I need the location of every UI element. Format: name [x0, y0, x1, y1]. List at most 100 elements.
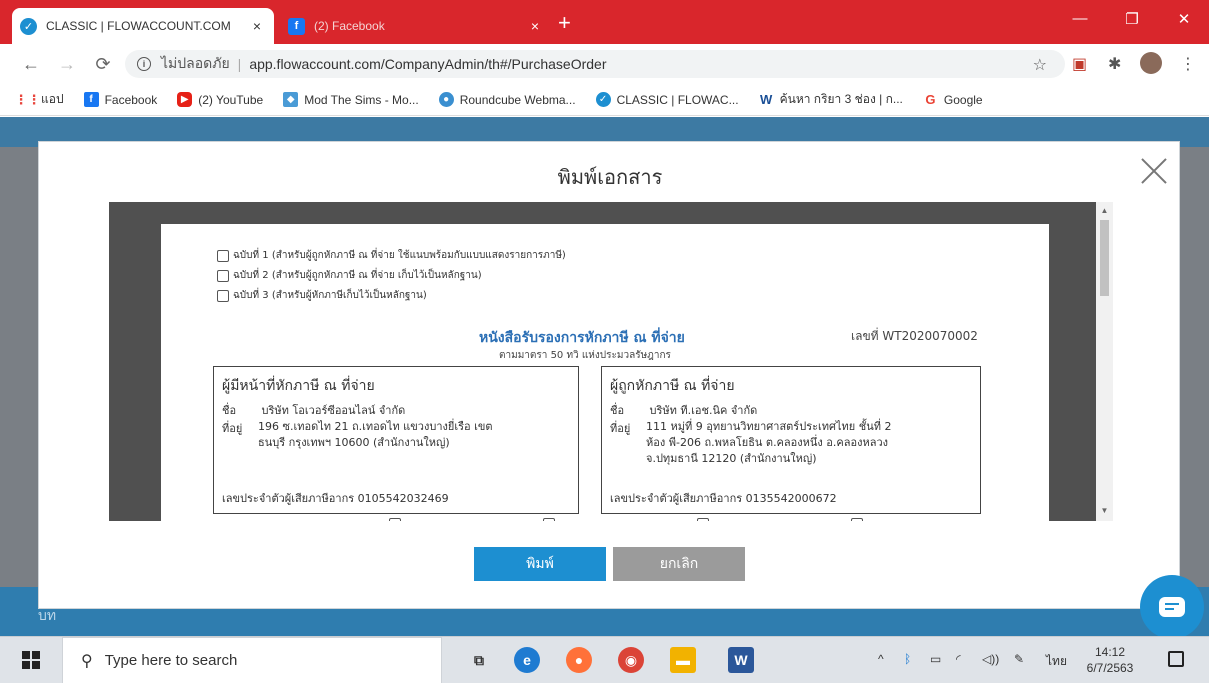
scroll-up-arrow-icon[interactable]: ▲	[1096, 206, 1113, 215]
wifi-icon[interactable]: ◜	[956, 652, 961, 666]
search-icon: ⚲	[81, 652, 93, 670]
name-label: ชื่อ	[222, 404, 237, 417]
form-checkbox[interactable]	[389, 518, 401, 521]
cancel-button[interactable]: ยกเลิก	[613, 547, 745, 581]
sims-icon: ◆	[283, 92, 299, 107]
copy-option-label: ฉบับที่ 3 (สำหรับผู้หักภาษีเก็บไว้เป็นหล…	[233, 290, 427, 301]
language-indicator[interactable]: ไทย	[1046, 652, 1067, 671]
tab-close-button[interactable]: ×	[524, 18, 546, 34]
back-button[interactable]: ←	[20, 54, 42, 75]
document-title: หนังสือรับรองการหักภาษี ณ ที่จ่าย	[479, 330, 685, 346]
payer-box: ผู้มีหน้าที่หักภาษี ณ ที่จ่าย ชื่อ บริษั…	[213, 366, 579, 514]
word-icon[interactable]: W	[728, 647, 754, 673]
payee-tax-id: เลขประจำตัวผู้เสียภาษีอากร 0135542000672	[610, 492, 837, 505]
copy-option-1[interactable]: ฉบับที่ 1 (สำหรับผู้ถูกหักภาษี ณ ที่จ่าย…	[217, 248, 566, 263]
task-view-icon[interactable]: ⧉	[466, 647, 492, 673]
bluetooth-icon[interactable]: ᛒ	[904, 652, 911, 666]
forward-button[interactable]: →	[56, 54, 78, 75]
edge-icon[interactable]: e	[514, 647, 540, 673]
form-checkbox[interactable]	[543, 518, 555, 521]
scroll-down-arrow-icon[interactable]: ▼	[1096, 506, 1113, 515]
battery-icon[interactable]: ▭	[930, 652, 941, 666]
bookmark-label: (2) YouTube	[198, 92, 264, 107]
volume-icon[interactable]: ◁))	[982, 652, 999, 666]
preview-scrollbar[interactable]: ▲ ▼	[1096, 202, 1113, 521]
windows-start-icon[interactable]	[22, 651, 40, 669]
flowaccount-icon: ✓	[20, 17, 37, 35]
file-explorer-icon[interactable]: ▬	[670, 647, 696, 673]
form-checkbox[interactable]	[851, 518, 863, 521]
payer-address-line-2: ธนบุรี กรุงเทพฯ 10600 (สำนักงานใหญ่)	[258, 436, 450, 449]
notification-center-icon[interactable]	[1168, 651, 1184, 667]
copy-option-3[interactable]: ฉบับที่ 3 (สำหรับผู้หักภาษีเก็บไว้เป็นหล…	[217, 288, 427, 303]
print-button[interactable]: พิมพ์	[474, 547, 606, 581]
copy-option-2[interactable]: ฉบับที่ 2 (สำหรับผู้ถูกหักภาษี ณ ที่จ่าย…	[217, 268, 482, 283]
system-clock[interactable]: 14:12 6/7/2563	[1080, 644, 1140, 676]
bookmarks-bar: ⋮⋮ แอป f Facebook ▶ (2) YouTube ◆ Mod Th…	[0, 84, 1209, 116]
maximize-button[interactable]: ❐	[1112, 10, 1152, 28]
address-bar[interactable]: i ไม่ปลอดภัย | app.flowaccount.com/Compa…	[125, 50, 1065, 78]
document-preview[interactable]: ฉบับที่ 1 (สำหรับผู้ถูกหักภาษี ณ ที่จ่าย…	[109, 202, 1113, 521]
search-placeholder: Type here to search	[104, 652, 238, 669]
bookmark-flowaccount[interactable]: ✓ CLASSIC | FLOWAC...	[595, 92, 739, 107]
bookmark-roundcube[interactable]: ● Roundcube Webma...	[438, 92, 576, 107]
document-subtitle: ตามมาตรา 50 ทวิ แห่งประมวลรัษฎากร	[499, 350, 671, 361]
clock-date: 6/7/2563	[1086, 661, 1134, 675]
pocket-extension-icon[interactable]: ▣	[1072, 54, 1087, 74]
profile-avatar[interactable]	[1140, 52, 1162, 74]
bookmark-star-icon[interactable]: ☆	[1033, 55, 1047, 75]
bookmark-label: Google	[943, 92, 983, 107]
payer-tax-id: เลขประจำตัวผู้เสียภาษีอากร 0105542032469	[222, 492, 449, 505]
copy-3-checkbox[interactable]	[217, 289, 229, 302]
close-window-button[interactable]: ✕	[1164, 10, 1204, 28]
firefox-icon[interactable]: ●	[566, 647, 592, 673]
bookmark-facebook[interactable]: f Facebook	[83, 92, 157, 107]
bookmark-label: CLASSIC | FLOWAC...	[616, 92, 739, 107]
clock-time: 14:12	[1094, 645, 1126, 659]
taskbar-search[interactable]: ⚲ Type here to search	[62, 637, 442, 683]
reload-button[interactable]: ⟳	[92, 54, 114, 75]
facebook-icon: f	[288, 17, 305, 35]
new-tab-button[interactable]: +	[558, 12, 571, 34]
bookmark-mod-the-sims[interactable]: ◆ Mod The Sims - Mo...	[283, 92, 419, 107]
copy-1-checkbox[interactable]	[217, 249, 229, 262]
form-checkbox[interactable]	[697, 518, 709, 521]
menu-kebab-icon[interactable]: ⋮	[1180, 54, 1196, 74]
pen-icon[interactable]: ✎	[1014, 652, 1024, 666]
tab-facebook[interactable]: f (2) Facebook ×	[280, 8, 552, 44]
flowaccount-icon: ✓	[595, 92, 611, 107]
facebook-icon: f	[83, 92, 99, 107]
extensions-puzzle-icon[interactable]: ✱	[1108, 54, 1121, 74]
tab-label: CLASSIC | FLOWACCOUNT.COM	[46, 19, 231, 33]
payer-title: ผู้มีหน้าที่หักภาษี ณ ที่จ่าย	[222, 378, 375, 394]
payer-name: บริษัท โอเวอร์ซีออนไลน์ จำกัด	[261, 404, 406, 417]
bookmark-verb-search[interactable]: W ค้นหา กริยา 3 ช่อง | ก...	[758, 90, 903, 109]
tray-overflow-icon[interactable]: ^	[878, 652, 884, 666]
payee-name-row: ชื่อ บริษัท ที.เอช.นิค จำกัด	[610, 401, 757, 419]
tab-close-button[interactable]: ×	[246, 18, 268, 34]
modal-title: พิมพ์เอกสาร	[557, 167, 663, 189]
close-icon[interactable]	[1139, 156, 1169, 186]
payee-title: ผู้ถูกหักภาษี ณ ที่จ่าย	[610, 378, 735, 394]
payer-name-row: ชื่อ บริษัท โอเวอร์ซีออนไลน์ จำกัด	[222, 401, 405, 419]
address-separator: |	[237, 56, 242, 72]
google-icon: G	[922, 92, 938, 107]
payee-address-line-3: จ.ปทุมธานี 12120 (สำนักงานใหญ่)	[646, 452, 817, 465]
browser-toolbar: ← → ⟳ i ไม่ปลอดภัย | app.flowaccount.com…	[0, 44, 1209, 84]
copy-option-label: ฉบับที่ 1 (สำหรับผู้ถูกหักภาษี ณ ที่จ่าย…	[233, 250, 566, 261]
url-text[interactable]: app.flowaccount.com/CompanyAdmin/th#/Pur…	[249, 56, 606, 72]
chrome-icon[interactable]: ◉	[618, 647, 644, 673]
payee-address-line-2: ห้อง พี-206 ถ.พหลโยธิน ต.คลองหนึ่ง อ.คลอ…	[646, 436, 888, 449]
scrollbar-thumb[interactable]	[1100, 220, 1109, 296]
chat-button[interactable]	[1140, 575, 1204, 639]
info-icon[interactable]: i	[137, 57, 151, 71]
bookmark-label: Roundcube Webma...	[459, 92, 576, 107]
document-sheet: ฉบับที่ 1 (สำหรับผู้ถูกหักภาษี ณ ที่จ่าย…	[161, 224, 1049, 521]
tab-flowaccount[interactable]: ✓ CLASSIC | FLOWACCOUNT.COM ×	[12, 8, 274, 44]
bookmark-google[interactable]: G Google	[922, 92, 983, 107]
bookmark-apps[interactable]: ⋮⋮ แอป	[14, 90, 64, 109]
copy-2-checkbox[interactable]	[217, 269, 229, 282]
bookmark-youtube[interactable]: ▶ (2) YouTube	[177, 92, 263, 107]
apps-grid-icon: ⋮⋮	[14, 91, 41, 107]
minimize-button[interactable]: —	[1060, 10, 1100, 27]
